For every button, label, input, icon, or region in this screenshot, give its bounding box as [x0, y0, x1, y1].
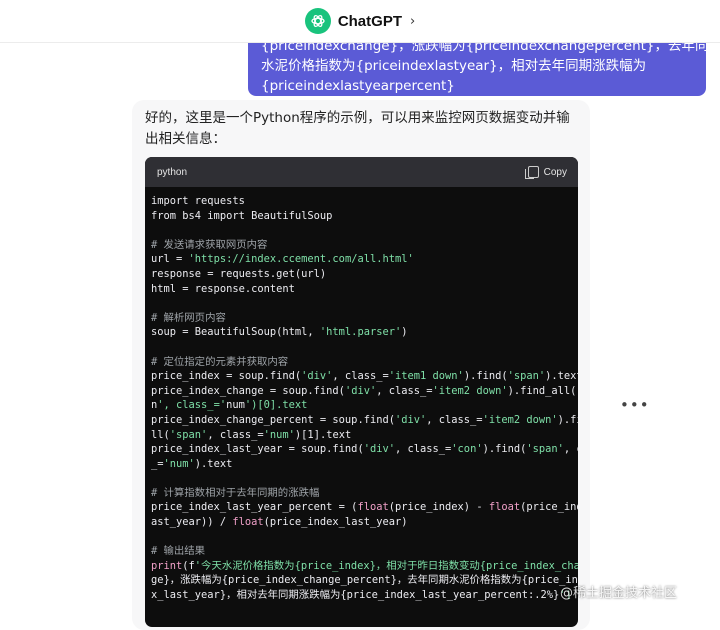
copy-label: Copy — [543, 166, 567, 178]
code-line: # 定位指定的元素并获取内容 — [151, 355, 289, 368]
code-line: x_last_year}，相对去年同期涨跌幅为{price_index_last… — [151, 589, 572, 602]
code-line: # 输出结果 — [151, 545, 206, 558]
code-line: # 计算指数相对于去年同期的涨跌幅 — [151, 486, 320, 499]
app-title: ChatGPT — [337, 12, 402, 30]
user-message-line: {priceindexlastyearpercent} — [261, 78, 455, 94]
assistant-intro-text: 好的，这里是一个Python程序的示例，可以用来监控网页数据变动并输出相关信息： — [145, 110, 570, 147]
clipboard-icon — [524, 166, 539, 179]
code-line: url = 'https://index.ccement.com/all.htm… — [151, 253, 414, 266]
code-line: html = response.content — [151, 282, 295, 295]
model-selector[interactable]: ChatGPT › — [304, 8, 416, 34]
code-line: n', class_='num')[0].text — [151, 399, 308, 412]
code-line: soup = BeautifulSoup(html, 'html.parser'… — [151, 326, 408, 339]
code-line: import requests — [151, 195, 245, 207]
more-options-icon[interactable]: ••• — [620, 396, 650, 414]
copy-code-button[interactable]: Copy — [524, 166, 567, 179]
code-line: # 发送请求获取网页内容 — [151, 238, 268, 251]
user-message-line: 水泥价格指数为{priceindexlastyear}，相对去年同期涨跌幅为 — [261, 58, 647, 74]
chevron-right-icon: › — [409, 13, 416, 29]
code-line: ll('span', class_='num')[1].text — [151, 428, 352, 441]
chatgpt-logo-icon — [304, 8, 331, 34]
code-line: # 解析网页内容 — [151, 311, 226, 324]
code-line: _='num').text — [151, 457, 233, 470]
top-bar: ChatGPT › — [0, 0, 720, 43]
code-line: response = requests.get(url) — [151, 267, 327, 280]
code-line: price_index_change_percent = soup.find('… — [151, 413, 578, 426]
code-language-label: python — [157, 166, 188, 178]
code-content: import requests from bs4 import Beautiful… — [145, 187, 578, 603]
code-line: print(f'今天水泥价格指数为{price_index}，相对于昨日指数变动… — [151, 559, 578, 572]
code-block: python Copy import requests from bs4 impo… — [145, 157, 578, 627]
code-line: from bs4 import BeautifulSoup — [151, 209, 333, 222]
code-line: price_index_last_year_percent = (float(p… — [151, 501, 578, 514]
assistant-message: 好的，这里是一个Python程序的示例，可以用来监控网页数据变动并输出相关信息：… — [132, 100, 590, 630]
code-line: price_index_last_year = soup.find('div',… — [151, 443, 578, 456]
code-line: price_index_change = soup.find('div', cl… — [151, 384, 578, 397]
code-block-header: python Copy — [145, 157, 578, 187]
code-line: price_index = soup.find('div', class_='i… — [151, 370, 578, 383]
code-line: ge}，涨跌幅为{price_index_change_percent}，去年同… — [151, 574, 578, 587]
watermark: @稀土掘金技术社区 — [560, 586, 678, 601]
code-line: ast_year)) / float(price_index_last_year… — [151, 516, 408, 529]
